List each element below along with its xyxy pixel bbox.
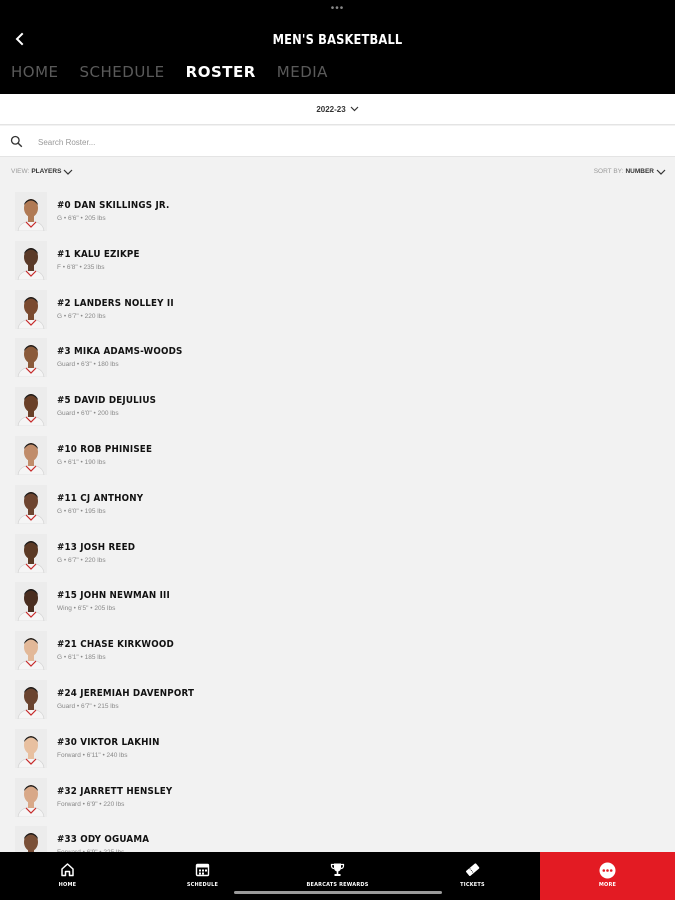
section-tabs: HOME SCHEDULE ROSTER MEDIA <box>11 63 349 85</box>
nav-home[interactable]: HOME <box>0 852 135 900</box>
roster-row[interactable]: #1 KALU EZIKPE F • 6'8" • 235 lbs <box>0 236 675 285</box>
nav-more[interactable]: MORE <box>540 852 675 900</box>
player-name: #0 DAN SKILLINGS JR. <box>57 200 170 211</box>
player-photo <box>15 289 47 329</box>
search-bar <box>0 126 675 157</box>
more-icon <box>599 862 616 879</box>
player-detail: F • 6'8" • 235 lbs <box>57 263 105 271</box>
chevron-down-icon <box>350 106 359 112</box>
tab-media[interactable]: MEDIA <box>277 63 328 85</box>
view-filter-value: PLAYERS <box>31 168 62 175</box>
player-photo <box>15 387 47 427</box>
player-detail: G • 6'1" • 190 lbs <box>57 458 106 466</box>
chevron-down-icon <box>63 169 73 175</box>
player-photo <box>15 679 47 719</box>
view-filter-prefix: VIEW: <box>11 168 30 175</box>
player-detail: G • 6'6" • 205 lbs <box>57 215 106 222</box>
player-name: #30 VIKTOR LAKHIN <box>57 736 160 748</box>
home-icon <box>61 863 74 877</box>
search-input[interactable] <box>38 133 638 151</box>
player-name: #2 LANDERS NOLLEY II <box>57 297 174 309</box>
tab-home[interactable]: HOME <box>11 63 59 85</box>
player-photo <box>15 192 47 231</box>
season-label: 2022-23 <box>316 104 346 114</box>
roster-row[interactable]: #30 VIKTOR LAKHIN Forward • 6'11" • 240 l… <box>0 724 675 773</box>
search-icon <box>10 135 23 148</box>
player-name: #15 JOHN NEWMAN III <box>57 590 170 602</box>
player-name: #21 CHASE KIRKWOOD <box>57 639 174 651</box>
player-photo <box>15 631 47 671</box>
player-photo <box>15 582 47 622</box>
player-detail: Forward • 6'11" • 240 lbs <box>57 751 128 759</box>
player-photo <box>15 777 47 817</box>
player-detail: Guard • 6'0" • 200 lbs <box>57 410 119 418</box>
player-detail: Guard • 6'7" • 215 lbs <box>57 702 119 710</box>
roster-row[interactable]: #24 JEREMIAH DAVENPORT Guard • 6'7" • 215… <box>0 675 675 724</box>
roster-list: #0 DAN SKILLINGS JR. G • 6'6" • 205 lbs #1… <box>0 187 675 870</box>
nav-tickets-label: TICKETS <box>460 882 485 888</box>
roster-row[interactable]: #3 MIKA ADAMS-WOODS Guard • 6'3" • 180 lb… <box>0 333 675 382</box>
player-photo <box>15 435 47 475</box>
filter-row: VIEW: PLAYERS SORT BY: NUMBER <box>0 166 675 182</box>
chevron-left-icon <box>15 32 24 46</box>
season-selector[interactable]: 2022-23 <box>0 94 675 125</box>
view-filter[interactable]: VIEW: PLAYERS <box>11 168 73 175</box>
sort-filter-prefix: SORT BY: <box>593 168 624 175</box>
window-handle[interactable]: ••• <box>0 4 675 14</box>
roster-row[interactable]: #5 DAVID DEJULIUS Guard • 6'0" • 200 lbs <box>0 382 675 431</box>
app-header: ••• MEN'S BASKETBALL HOME SCHEDULE ROSTE… <box>0 0 675 94</box>
tab-schedule[interactable]: SCHEDULE <box>80 63 165 85</box>
trophy-icon <box>330 863 345 876</box>
player-photo <box>15 728 47 768</box>
player-name: #13 JOSH REED <box>57 541 136 553</box>
player-name: #3 MIKA ADAMS-WOODS <box>57 346 183 358</box>
tab-roster[interactable]: ROSTER <box>186 63 256 85</box>
player-detail: Guard • 6'3" • 180 lbs <box>57 361 119 369</box>
player-name: #32 JARRETT HENSLEY <box>57 785 173 797</box>
roster-row[interactable]: #32 JARRETT HENSLEY Forward • 6'9" • 220 … <box>0 773 675 822</box>
sort-filter-value: NUMBER <box>625 168 654 175</box>
player-photo <box>15 240 47 280</box>
roster-row[interactable]: #0 DAN SKILLINGS JR. G • 6'6" • 205 lbs <box>0 187 675 236</box>
player-detail: Forward • 6'9" • 220 lbs <box>57 800 125 808</box>
calendar-icon <box>195 863 210 877</box>
player-name: #5 DAVID DEJULIUS <box>57 395 157 407</box>
player-name: #33 ODY OGUAMA <box>57 834 150 846</box>
nav-more-label: MORE <box>598 882 617 888</box>
player-detail: G • 6'7" • 220 lbs <box>57 312 106 320</box>
nav-rewards-label: BEARCATS REWARDS <box>306 882 369 888</box>
player-name: #10 ROB PHINISEE <box>57 443 153 455</box>
player-photo <box>15 338 47 378</box>
roster-row[interactable]: #21 CHASE KIRKWOOD G • 6'1" • 185 lbs <box>0 626 675 675</box>
roster-row[interactable]: #13 JOSH REED G • 6'7" • 220 lbs <box>0 529 675 578</box>
home-indicator[interactable] <box>234 891 442 894</box>
roster-row[interactable]: #11 CJ ANTHONY G • 6'0" • 195 lbs <box>0 480 675 529</box>
player-name: #24 JEREMIAH DAVENPORT <box>57 687 195 699</box>
player-detail: G • 6'7" • 220 lbs <box>57 556 106 564</box>
player-detail: G • 6'0" • 195 lbs <box>57 507 106 515</box>
nav-home-label: HOME <box>58 882 77 888</box>
player-name: #11 CJ ANTHONY <box>57 492 144 504</box>
back-button[interactable] <box>9 28 31 50</box>
player-photo <box>15 533 47 573</box>
player-detail: Wing • 6'5" • 205 lbs <box>57 605 116 613</box>
chevron-down-icon <box>656 169 666 175</box>
page-title: MEN'S BASKETBALL <box>272 33 403 48</box>
player-photo <box>15 484 47 524</box>
player-name: #1 KALU EZIKPE <box>57 248 140 260</box>
sort-filter[interactable]: SORT BY: NUMBER <box>594 168 666 175</box>
nav-schedule-label: SCHEDULE <box>186 882 219 888</box>
roster-row[interactable]: #10 ROB PHINISEE G • 6'1" • 190 lbs <box>0 431 675 480</box>
player-detail: G • 6'1" • 185 lbs <box>57 654 106 662</box>
roster-row[interactable]: #15 JOHN NEWMAN III Wing • 6'5" • 205 lbs <box>0 577 675 626</box>
roster-row[interactable]: #2 LANDERS NOLLEY II G • 6'7" • 220 lbs <box>0 285 675 334</box>
ticket-icon <box>466 863 480 876</box>
